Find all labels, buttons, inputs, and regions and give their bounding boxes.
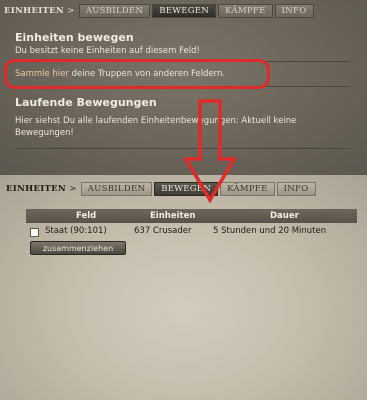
tab-category[interactable]: EINHEITEN >: [6, 184, 77, 194]
top-tab-bar: EINHEITEN > AUSBILDEN BEWEGEN KÄMPFE INF…: [4, 4, 316, 18]
col-header-duration: Dauer: [270, 211, 299, 221]
row-units: 637 Crusader: [134, 226, 192, 236]
arrow-down-icon: [182, 99, 238, 204]
tab-ausbilden[interactable]: AUSBILDEN: [78, 4, 151, 18]
tab-bewegen[interactable]: BEWEGEN: [152, 4, 217, 18]
tab-info[interactable]: INFO: [276, 182, 316, 196]
tab-ausbilden[interactable]: AUSBILDEN: [80, 182, 153, 196]
tab-kaempfe[interactable]: KÄMPFE: [218, 4, 273, 18]
col-header-units: Einheiten: [150, 211, 196, 221]
running-moves-text: Hier siehst Du alle laufenden Einheitenb…: [15, 116, 297, 138]
move-units-title: Einheiten bewegen: [15, 31, 134, 44]
bottom-tab-bar: EINHEITEN > AUSBILDEN BEWEGEN KÄMPFE INF…: [6, 182, 318, 196]
tab-category[interactable]: EINHEITEN >: [4, 6, 75, 16]
gather-button[interactable]: zusammenziehen: [30, 241, 126, 255]
table-row: Staat (90:101) 637 Crusader 5 Stunden un…: [26, 226, 357, 238]
row-field: Staat (90:101): [45, 226, 107, 236]
move-units-text: Du besitzt keine Einheiten auf diesem Fe…: [15, 46, 200, 56]
highlight-box: [4, 59, 270, 89]
tab-info[interactable]: INFO: [274, 4, 314, 18]
running-moves-title: Laufende Bewegungen: [15, 96, 157, 109]
row-checkbox[interactable]: [30, 228, 39, 237]
col-header-field: Feld: [76, 211, 97, 221]
table-header: Feld Einheiten Dauer: [26, 209, 357, 223]
row-duration: 5 Stunden und 20 Minuten: [213, 226, 327, 236]
